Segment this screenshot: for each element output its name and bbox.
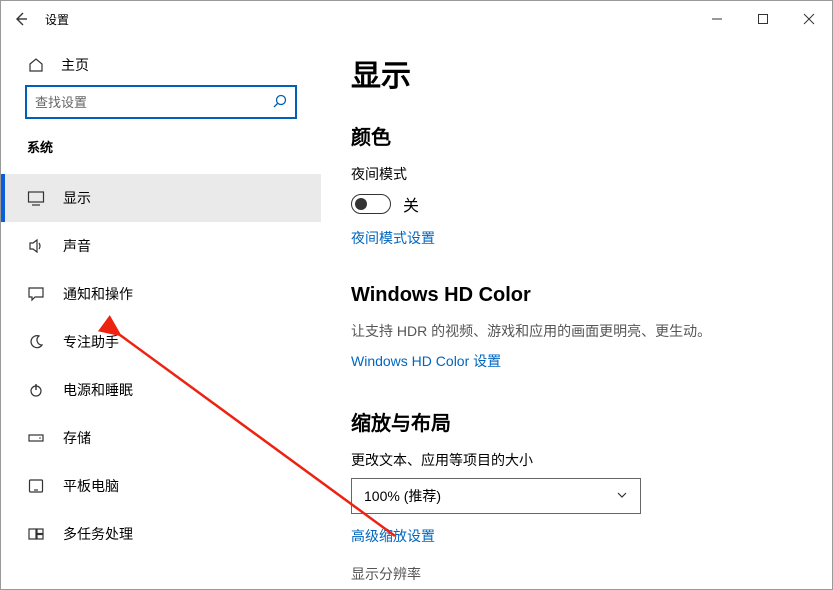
sidebar-item-label: 通知和操作 xyxy=(63,284,133,304)
page-title: 显示 xyxy=(351,51,802,95)
sidebar-item-notifications[interactable]: 通知和操作 xyxy=(1,270,321,318)
sidebar: 主页 系统 显示 xyxy=(1,37,321,589)
sidebar-item-label: 显示 xyxy=(63,188,91,208)
close-button[interactable] xyxy=(786,4,832,34)
sidebar-item-label: 存储 xyxy=(63,428,91,448)
night-mode-label: 夜间模式 xyxy=(351,164,802,184)
sidebar-item-focus[interactable]: 专注助手 xyxy=(1,318,321,366)
home-icon xyxy=(27,56,45,74)
sidebar-item-storage[interactable]: 存储 xyxy=(1,414,321,462)
home-label: 主页 xyxy=(61,55,89,75)
search-input[interactable] xyxy=(35,95,273,110)
title-bar: 设置 xyxy=(1,1,832,37)
chevron-down-icon xyxy=(616,489,628,504)
title-bar-left: 设置 xyxy=(11,9,69,29)
hd-description: 让支持 HDR 的视频、游戏和应用的画面更明亮、更生动。 xyxy=(351,321,802,341)
section-color-heading: 颜色 xyxy=(351,121,802,150)
scale-label: 更改文本、应用等项目的大小 xyxy=(351,450,802,470)
moon-icon xyxy=(27,333,45,351)
tablet-icon xyxy=(27,477,45,495)
sidebar-item-label: 多任务处理 xyxy=(63,524,133,544)
night-mode-row: 关 xyxy=(351,192,802,216)
minimize-button[interactable] xyxy=(694,4,740,34)
window-title: 设置 xyxy=(45,11,69,28)
resolution-label-partial: 显示分辨率 xyxy=(351,564,802,584)
scale-select[interactable]: 100% (推荐) xyxy=(351,478,641,514)
hd-color-settings-link[interactable]: Windows HD Color 设置 xyxy=(351,351,501,371)
settings-window: 设置 主页 xyxy=(0,0,833,590)
drive-icon xyxy=(27,429,45,447)
sidebar-item-display[interactable]: 显示 xyxy=(1,174,321,222)
sidebar-item-label: 声音 xyxy=(63,236,91,256)
main-area: 主页 系统 显示 xyxy=(1,37,832,589)
sidebar-item-label: 电源和睡眠 xyxy=(63,380,133,400)
scale-value: 100% (推荐) xyxy=(364,486,441,506)
section-scale-heading: 缩放与布局 xyxy=(351,407,802,436)
sidebar-group-label: 系统 xyxy=(1,137,321,174)
search-icon xyxy=(273,94,287,111)
toggle-knob xyxy=(355,198,367,210)
chat-icon xyxy=(27,285,45,303)
power-icon xyxy=(27,381,45,399)
search-box-wrap xyxy=(1,85,321,137)
content-pane: 显示 颜色 夜间模式 关 夜间模式设置 Windows HD Color 让支持… xyxy=(321,37,832,589)
monitor-icon xyxy=(27,189,45,207)
night-mode-toggle[interactable] xyxy=(351,194,391,214)
night-mode-settings-link[interactable]: 夜间模式设置 xyxy=(351,228,435,248)
sidebar-item-power[interactable]: 电源和睡眠 xyxy=(1,366,321,414)
sidebar-item-label: 平板电脑 xyxy=(63,476,119,496)
search-box[interactable] xyxy=(25,85,297,119)
sidebar-item-label: 专注助手 xyxy=(63,332,119,352)
multitask-icon xyxy=(27,525,45,543)
sidebar-item-multitask[interactable]: 多任务处理 xyxy=(1,510,321,558)
maximize-button[interactable] xyxy=(740,4,786,34)
advanced-scaling-link[interactable]: 高级缩放设置 xyxy=(351,526,435,546)
night-mode-state: 关 xyxy=(403,192,419,216)
speaker-icon xyxy=(27,237,45,255)
sidebar-item-sound[interactable]: 声音 xyxy=(1,222,321,270)
home-link[interactable]: 主页 xyxy=(1,47,321,85)
sidebar-nav: 显示 声音 通知和操作 xyxy=(1,174,321,558)
sidebar-item-tablet[interactable]: 平板电脑 xyxy=(1,462,321,510)
section-hd-heading: Windows HD Color xyxy=(351,284,802,307)
back-button[interactable] xyxy=(11,9,31,29)
window-controls xyxy=(694,4,832,34)
